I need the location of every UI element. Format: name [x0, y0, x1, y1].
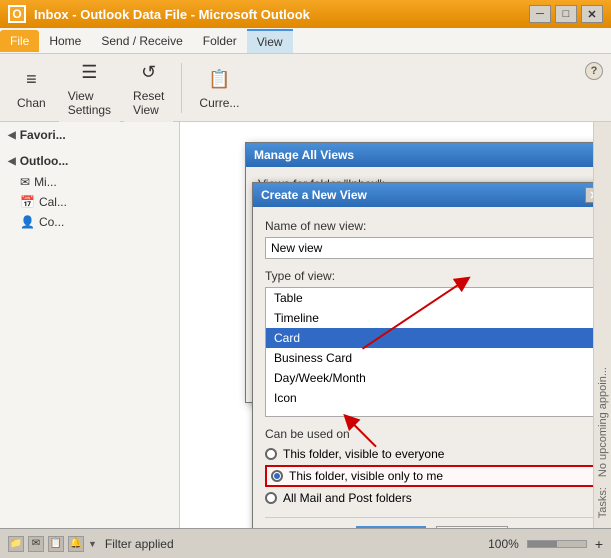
status-icon-2[interactable]: ✉ — [28, 536, 44, 552]
status-icon-1[interactable]: 📁 — [8, 536, 24, 552]
menu-bar: File Home Send / Receive Folder View — [0, 28, 611, 54]
radio-label-everyone: This folder, visible to everyone — [283, 447, 444, 461]
radio-visible-me[interactable]: This folder, visible only to me — [265, 465, 593, 487]
toolbar-current-label: Curre... — [199, 96, 239, 110]
toolbar-change-label: Chan — [17, 96, 46, 110]
create-ok-button[interactable]: OK — [356, 526, 426, 528]
window-controls: ─ □ ✕ — [529, 5, 603, 23]
zoom-in-icon[interactable]: + — [595, 536, 603, 552]
toolbar-current[interactable]: 📋 Curre... — [190, 61, 248, 115]
toolbar-view-label: ViewSettings — [68, 89, 111, 117]
radio-circle-me — [271, 470, 283, 482]
type-table[interactable]: Table — [266, 288, 593, 308]
nav-favorites: ◀ Favori... — [0, 122, 179, 148]
name-field-label: Name of new view: — [265, 219, 593, 233]
nav-panel: ◀ Favori... ◀ Outloo... ✉ Mi... 📅 Cal...… — [0, 122, 180, 528]
title-bar: O Inbox - Outlook Data File - Microsoft … — [0, 0, 611, 28]
radio-label-me: This folder, visible only to me — [289, 469, 443, 483]
can-be-used-label: Can be used on — [265, 427, 593, 441]
create-dialog-footer: OK Cancel — [265, 517, 593, 528]
outlook-label: Outloo... — [20, 154, 69, 168]
status-icon-4[interactable]: 🔔 — [68, 536, 84, 552]
change-view-icon: ≡ — [17, 66, 45, 94]
zoom-percent: 100% — [488, 537, 519, 551]
calendar-nav-icon: 📅 — [20, 195, 35, 209]
calendar-nav-label: Cal... — [39, 195, 67, 209]
toolbar: ≡ Chan ☰ ViewSettings ↺ ResetView 📋 Curr… — [0, 54, 611, 122]
status-right: 100% + — [488, 536, 603, 552]
nav-outlook: ◀ Outloo... ✉ Mi... 📅 Cal... 👤 Co... — [0, 148, 179, 234]
help-icon[interactable]: ? — [585, 62, 603, 80]
create-new-view-dialog: Create a New View ✕ Name of new view: Ty… — [252, 182, 593, 528]
menu-send-receive[interactable]: Send / Receive — [91, 30, 192, 52]
maximize-button[interactable]: □ — [555, 5, 577, 23]
dropdown-arrow[interactable]: ▼ — [88, 539, 97, 549]
menu-file[interactable]: File — [0, 30, 39, 52]
new-view-name-input[interactable] — [265, 237, 593, 259]
toolbar-change-view[interactable]: ≡ Chan — [8, 61, 55, 115]
zoom-fill — [528, 541, 557, 547]
current-icon: 📋 — [205, 66, 233, 94]
status-icons: 📁 ✉ 📋 🔔 ▼ — [8, 536, 97, 552]
toolbar-reset-view[interactable]: ↺ ResetView — [124, 54, 173, 122]
manage-dialog-title-bar[interactable]: Manage All Views ✕ — [246, 143, 593, 167]
type-icon[interactable]: Icon — [266, 388, 593, 408]
radio-all-mail[interactable]: All Mail and Post folders — [265, 491, 593, 505]
view-type-list[interactable]: Table Timeline Card Business Card Day/We… — [265, 287, 593, 417]
main-area: ◀ Favori... ◀ Outloo... ✉ Mi... 📅 Cal...… — [0, 122, 611, 528]
mail-nav-icon: ✉ — [20, 175, 30, 189]
nav-outlook-header[interactable]: ◀ Outloo... — [0, 150, 179, 172]
create-cancel-button[interactable]: Cancel — [436, 526, 507, 528]
nav-favorites-header[interactable]: ◀ Favori... — [0, 124, 179, 146]
type-of-view-label: Type of view: — [265, 269, 593, 283]
nav-item-calendar[interactable]: 📅 Cal... — [0, 192, 179, 212]
minimize-button[interactable]: ─ — [529, 5, 551, 23]
favorites-label: Favori... — [20, 128, 66, 142]
window-title: Inbox - Outlook Data File - Microsoft Ou… — [34, 7, 529, 22]
nav-item-contacts[interactable]: 👤 Co... — [0, 212, 179, 232]
tasks-label: Tasks: — [597, 487, 609, 518]
close-button[interactable]: ✕ — [581, 5, 603, 23]
status-icon-3[interactable]: 📋 — [48, 536, 64, 552]
radio-circle-all-mail — [265, 492, 277, 504]
radio-label-all-mail: All Mail and Post folders — [283, 491, 412, 505]
toolbar-view-settings[interactable]: ☰ ViewSettings — [59, 54, 120, 122]
nav-item-mail[interactable]: ✉ Mi... — [0, 172, 179, 192]
view-settings-icon: ☰ — [75, 59, 103, 87]
contacts-nav-label: Co... — [39, 215, 64, 229]
manage-dialog-title: Manage All Views — [254, 148, 593, 162]
filter-status-text: Filter applied — [105, 537, 174, 551]
reset-view-icon: ↺ — [135, 59, 163, 87]
menu-folder[interactable]: Folder — [193, 30, 247, 52]
type-business-card[interactable]: Business Card — [266, 348, 593, 368]
create-dialog-close-button[interactable]: ✕ — [585, 187, 593, 203]
contacts-nav-icon: 👤 — [20, 215, 35, 229]
radio-group: This folder, visible to everyone This fo… — [265, 447, 593, 505]
type-card[interactable]: Card — [266, 328, 593, 348]
radio-visible-everyone[interactable]: This folder, visible to everyone — [265, 447, 593, 461]
toolbar-divider — [181, 63, 182, 113]
menu-view[interactable]: View — [247, 29, 293, 53]
type-day-week-month[interactable]: Day/Week/Month — [266, 368, 593, 388]
status-bar: 📁 ✉ 📋 🔔 ▼ Filter applied 100% + — [0, 528, 611, 558]
favorites-arrow: ◀ — [8, 130, 16, 141]
create-dialog-title: Create a New View — [261, 188, 585, 202]
content-panel: Manage All Views ✕ Views for folder "Inb… — [180, 122, 593, 528]
type-timeline[interactable]: Timeline — [266, 308, 593, 328]
radio-circle-everyone — [265, 448, 277, 460]
no-upcoming-text: No upcoming appoin... — [597, 367, 609, 477]
outlook-arrow: ◀ — [8, 156, 16, 167]
menu-home[interactable]: Home — [39, 30, 91, 52]
toolbar-reset-label: ResetView — [133, 89, 164, 117]
right-panel: No upcoming appoin... Tasks: — [593, 122, 611, 528]
app-icon: O — [8, 5, 26, 23]
create-dialog-title-bar[interactable]: Create a New View ✕ — [253, 183, 593, 207]
zoom-slider[interactable] — [527, 540, 587, 548]
create-dialog-body: Name of new view: Type of view: Table Ti… — [253, 207, 593, 528]
mail-nav-label: Mi... — [34, 175, 57, 189]
